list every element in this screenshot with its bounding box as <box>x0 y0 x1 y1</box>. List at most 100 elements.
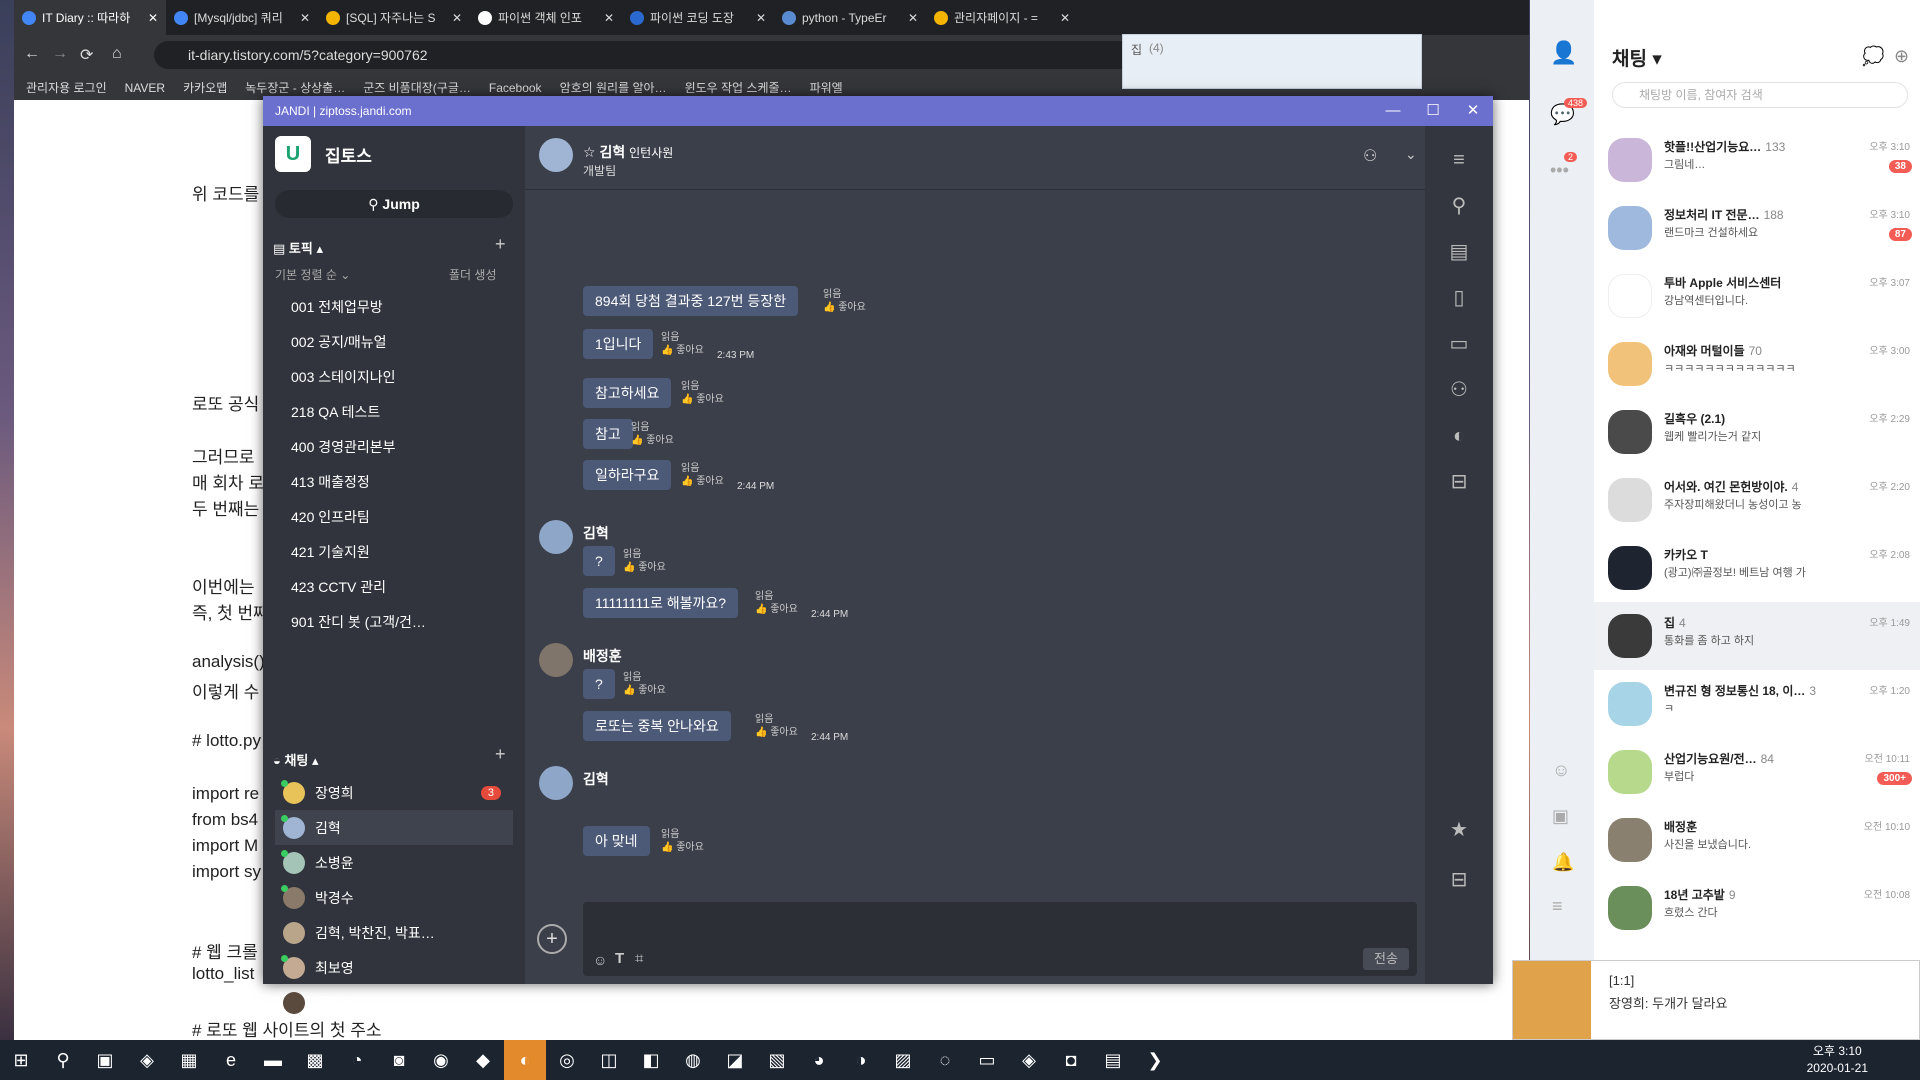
folder-icon[interactable]: ▬ <box>252 1040 294 1080</box>
app-icon[interactable]: ◔ <box>336 1040 378 1080</box>
home-icon[interactable]: ⌂ <box>112 45 122 63</box>
chat-room[interactable]: 아재와 머털이들 70 ㅋㅋㅋㅋㅋㅋㅋㅋㅋㅋㅋㅋㅋ 오후 3:00 <box>1594 330 1920 398</box>
message-list[interactable]: 894회 당첨 결과중 127번 등장한 읽음 👍 좋아요 1입니다 읽음 👍 좋아… <box>525 190 1425 850</box>
send-button[interactable]: 전송 <box>1363 948 1409 970</box>
add-chat-icon[interactable]: + <box>495 744 506 765</box>
inbox-icon[interactable]: ▭ <box>1445 330 1473 358</box>
browser-tab[interactable]: 파이썬 객체 인포 ✕ <box>470 0 622 35</box>
chat-item[interactable]: 소병윤 <box>275 845 513 880</box>
pycharm-icon[interactable]: ▧ <box>756 1040 798 1080</box>
add-attachment-button[interactable]: + <box>537 924 567 954</box>
powershell-icon[interactable]: ❯ <box>1134 1040 1176 1080</box>
bookmark[interactable]: 파워엘 <box>810 79 843 96</box>
chat-item[interactable]: 김혁, 박찬진, 박표… <box>275 915 513 950</box>
topic-item[interactable]: 400 경영관리본부 <box>291 430 511 465</box>
message-bubble[interactable]: 11111111로 해볼까요? <box>583 588 739 618</box>
message-composer[interactable]: ☺ T ⌗ 전송 <box>583 902 1417 976</box>
clock[interactable]: 오후 3:10 2020-01-21 <box>1807 1043 1868 1077</box>
chat-room[interactable]: 길혹우 (2.1) 웹케 빨리가는거 같지 오후 2:29 <box>1594 398 1920 466</box>
chats-header[interactable]: ◒ 채팅 ▴ <box>273 750 319 769</box>
kakao-title[interactable]: 채팅 ▾ <box>1612 44 1662 71</box>
bell-icon[interactable]: 🔔 <box>1552 852 1574 873</box>
menu-icon[interactable]: ≡ <box>1552 896 1563 917</box>
windows-start-icon[interactable]: ⊞ <box>0 1040 42 1080</box>
file-icon[interactable]: ▯ <box>1445 284 1473 312</box>
close-icon[interactable]: ✕ <box>908 11 918 25</box>
close-icon[interactable]: ✕ <box>452 11 462 25</box>
topic-item[interactable]: 420 인프라팀 <box>291 500 511 535</box>
close-icon[interactable]: ✕ <box>148 11 158 25</box>
calendar-icon[interactable]: ▣ <box>1552 806 1569 827</box>
message-bubble[interactable]: 아 맞네 <box>583 826 650 856</box>
star-icon[interactable]: ☆ <box>583 144 599 160</box>
calculator-icon[interactable]: ▩ <box>294 1040 336 1080</box>
message-bubble[interactable]: ? <box>583 669 615 699</box>
app-icon[interactable]: ◕ <box>798 1040 840 1080</box>
maximize-icon[interactable]: ☐ <box>1413 96 1453 126</box>
app-icon[interactable]: ◈ <box>1008 1040 1050 1080</box>
archive-icon[interactable]: ⊟ <box>1445 866 1473 894</box>
topic-item[interactable]: 218 QA 테스트 <box>291 395 511 430</box>
chat-room[interactable]: 투바 Apple 서비스센터 강남역센터입니다. 오후 3:07 <box>1594 262 1920 330</box>
browser-tab[interactable]: 파이썬 코딩 도장 ✕ <box>622 0 774 35</box>
friends-icon[interactable]: 👤 <box>1550 40 1577 66</box>
chat-room[interactable]: 배정훈 사진을 보냈습니다. 오전 10:10 <box>1594 806 1920 874</box>
chat-room[interactable]: 산업기능요원/전… 84 부럽다 오전 10:11 300+ <box>1594 738 1920 806</box>
forward-icon[interactable]: → <box>52 45 68 63</box>
sender-name[interactable]: 배정훈 <box>583 646 622 666</box>
emoticon-icon[interactable]: ☺ <box>1552 760 1570 781</box>
jandi-icon[interactable]: ◐ <box>504 1040 546 1080</box>
app-icon[interactable]: ◪ <box>714 1040 756 1080</box>
reload-icon[interactable]: ⟳ <box>80 45 93 65</box>
chat-item[interactable]: 장영희 3 <box>275 775 513 810</box>
message-bubble[interactable]: 1입니다 <box>583 329 654 359</box>
message-bubble[interactable]: 894회 당첨 결과중 127번 등장한 <box>583 286 799 316</box>
sticky-notes-icon[interactable]: ▨ <box>882 1040 924 1080</box>
add-topic-icon[interactable]: + <box>495 234 506 255</box>
attach-icon[interactable]: ⌗ <box>635 950 643 967</box>
app-icon[interactable]: ◍ <box>672 1040 714 1080</box>
app-icon[interactable]: ◫ <box>588 1040 630 1080</box>
notification-toast[interactable]: [1:1] 장영희: 두개가 달라요 <box>1512 960 1920 1040</box>
chat-item[interactable]: 김혁 <box>275 810 513 845</box>
bookmark[interactable]: 카카오맵 <box>183 79 227 96</box>
topic-item[interactable]: 901 잔디 봇 (고객/건… <box>291 605 511 640</box>
app-icon[interactable]: ◌ <box>924 1040 966 1080</box>
message-bubble[interactable]: 참고 <box>583 419 633 449</box>
chat-room[interactable]: 핫플!!산업기능요… 133 그림네… 오후 3:10 38 <box>1594 126 1920 194</box>
emoji-icon[interactable]: ☺ <box>593 952 607 968</box>
terminal-icon[interactable]: ▭ <box>966 1040 1008 1080</box>
create-folder-button[interactable]: 폴더 생성 <box>449 266 497 283</box>
open-chat-icon[interactable]: 💭 <box>1862 46 1884 67</box>
topics-header[interactable]: ▤ 토픽 ▴ <box>273 238 323 257</box>
close-icon[interactable]: ✕ <box>756 11 766 25</box>
chat-room[interactable]: 카카오 T (광고)㈜골정보! 베트남 여행 가 오후 2:08 <box>1594 534 1920 602</box>
connect-icon[interactable]: ◐ <box>1445 422 1473 450</box>
back-icon[interactable]: ← <box>24 45 40 63</box>
drive-icon[interactable]: ⊟ <box>1445 468 1473 496</box>
app-icon[interactable]: ▦ <box>168 1040 210 1080</box>
star-icon[interactable]: ★ <box>1445 816 1473 844</box>
chat-room[interactable]: 정보처리 IT 전문… 188 랜드마크 건설하세요 오후 3:10 87 <box>1594 194 1920 262</box>
topic-item[interactable]: 003 스테이지나인 <box>291 360 511 395</box>
edge-icon[interactable]: e <box>210 1040 252 1080</box>
kakaotalk-icon[interactable]: ◙ <box>378 1040 420 1080</box>
app-icon[interactable]: ◘ <box>1050 1040 1092 1080</box>
chat-room[interactable]: 집 4 통화를 좀 하고 하지 오후 1:49 <box>1594 602 1920 670</box>
minimize-icon[interactable]: — <box>1373 96 1413 126</box>
kakao-search-input[interactable]: 채팅방 이름, 참여자 검색 <box>1612 82 1908 108</box>
search-icon[interactable]: ⚲ <box>42 1040 84 1080</box>
message-bubble[interactable]: 일하라구요 <box>583 460 672 490</box>
app-icon[interactable]: ◧ <box>630 1040 672 1080</box>
app-icon[interactable]: ◆ <box>462 1040 504 1080</box>
url-bar[interactable]: it-diary.tistory.com/5?category=900762 <box>154 41 1154 69</box>
chrome-icon[interactable]: ◉ <box>420 1040 462 1080</box>
sort-label[interactable]: 기본 정렬 순 ⌄ <box>275 266 350 283</box>
chat-item[interactable]: 박경수 <box>275 880 513 915</box>
member-icon[interactable]: ⚇ <box>1363 146 1377 166</box>
message-icon[interactable]: ▤ <box>1445 238 1473 266</box>
topic-item[interactable]: 421 기술지원 <box>291 535 511 570</box>
close-icon[interactable]: ✕ <box>604 11 614 25</box>
bookmark[interactable]: Facebook <box>489 81 542 95</box>
text-format-icon[interactable]: T <box>615 950 624 967</box>
